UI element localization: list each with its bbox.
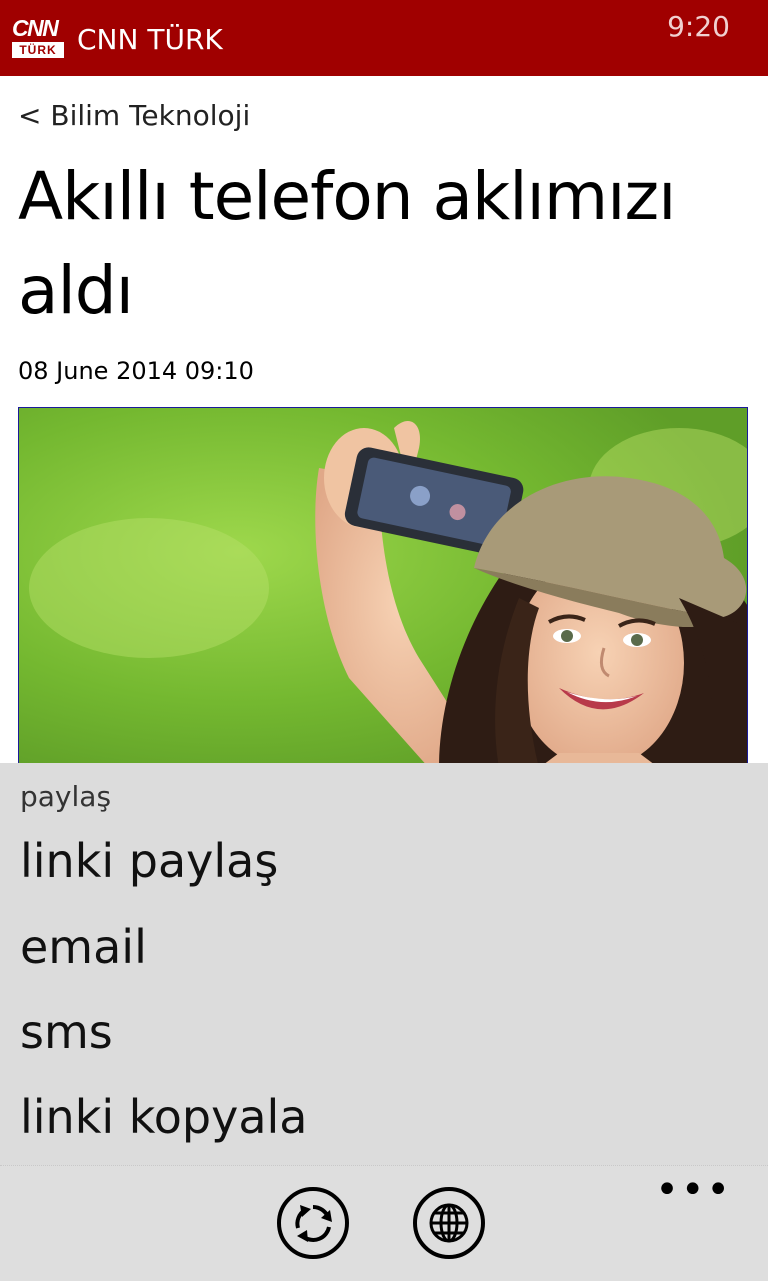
- share-link-option[interactable]: linki paylaş: [20, 833, 278, 889]
- share-email-option[interactable]: email: [20, 919, 147, 975]
- more-options-button[interactable]: •••: [655, 1170, 732, 1210]
- logo-cnn-text: CNN: [12, 15, 59, 41]
- open-in-browser-button[interactable]: [413, 1187, 485, 1259]
- category-back-link[interactable]: < Bilim Teknoloji: [18, 98, 250, 134]
- refresh-button[interactable]: [277, 1187, 349, 1259]
- article-date: 08 June 2014 09:10: [18, 357, 254, 385]
- cnn-turk-logo: CNN TÜRK: [12, 16, 64, 58]
- share-sms-option[interactable]: sms: [20, 1004, 113, 1060]
- globe-icon: [429, 1203, 469, 1243]
- selfie-illustration: [19, 408, 747, 766]
- article-photo: [18, 407, 748, 767]
- article-title: Akıllı telefon aklımızı aldı: [18, 158, 677, 329]
- share-menu: paylaş linki paylaş email sms linki kopy…: [0, 763, 768, 1165]
- status-clock: 9:20: [667, 10, 730, 43]
- app-header: CNN TÜRK CNN TÜRK 9:20: [0, 0, 768, 76]
- app-title: CNN TÜRK: [77, 23, 223, 56]
- app-bar: •••: [0, 1165, 768, 1281]
- refresh-icon: [295, 1204, 332, 1242]
- copy-link-option[interactable]: linki kopyala: [20, 1089, 307, 1145]
- share-menu-heading: paylaş: [20, 780, 112, 813]
- logo-turk-text: TÜRK: [12, 42, 64, 58]
